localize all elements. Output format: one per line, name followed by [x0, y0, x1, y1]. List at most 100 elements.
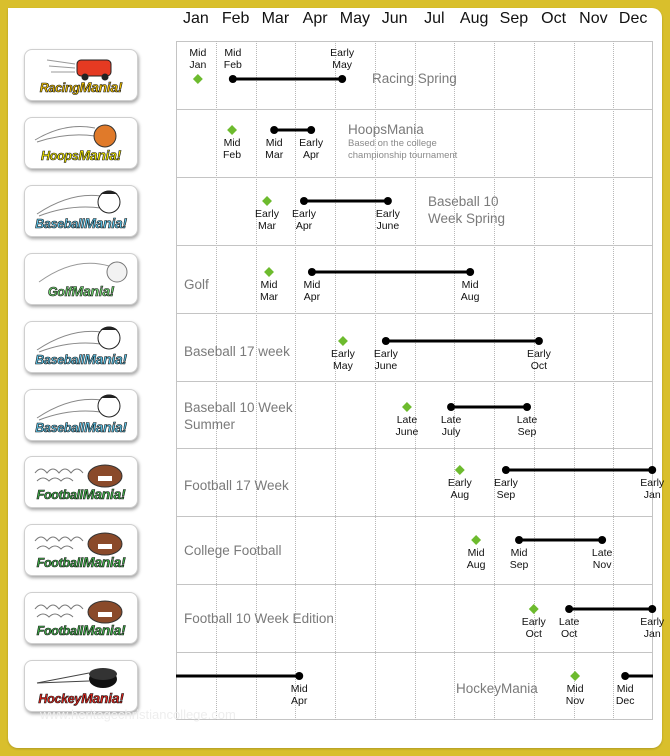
- range-start-label: Mid Dec: [605, 683, 645, 707]
- range-end-dot: [598, 536, 607, 544]
- diamond-label: Mid Aug: [456, 547, 496, 571]
- marker-label-line: Mid: [265, 137, 283, 149]
- marker-label-line: Early: [493, 477, 518, 489]
- diamond-label: Early May: [323, 348, 363, 372]
- range-start-dot: [381, 337, 390, 345]
- range-end-dot: [648, 605, 657, 613]
- marker-label-line: Nov: [565, 694, 585, 707]
- diamond-marker: [264, 267, 274, 277]
- marker-label-line: Oct: [530, 359, 548, 372]
- marker-label-line: Early: [640, 477, 665, 489]
- marker-label-line: Early: [447, 477, 472, 489]
- diamond-label: Late June: [387, 414, 427, 438]
- marker-label-line: Early: [640, 616, 665, 628]
- range-end-label: Early Apr: [291, 137, 331, 161]
- marker-label-line: Early: [255, 208, 279, 220]
- marker-label-line: Sep: [509, 558, 529, 571]
- marker-label-line: Mid: [223, 137, 241, 149]
- diamond-label: Early Aug: [440, 477, 480, 501]
- range-start-dot: [307, 268, 316, 276]
- marker-label-line: Late: [516, 414, 538, 426]
- marker-label-line: June: [395, 425, 419, 438]
- range-start-label: Mid Mar: [254, 137, 294, 161]
- range-end-label: Mid Apr: [279, 683, 319, 707]
- diamond-label: Mid Mar: [249, 279, 289, 303]
- range-end-label: Late Sep: [507, 414, 547, 438]
- marker-label-line: May: [332, 58, 353, 71]
- marker-label-line: Mid: [260, 279, 278, 291]
- diamond-marker: [528, 604, 539, 614]
- range-end-dot: [295, 672, 304, 680]
- marker-label-line: Mar: [257, 219, 277, 232]
- marker-label-line: Early: [526, 348, 551, 360]
- marker-label-line: Early: [292, 208, 316, 220]
- marker-label-line: Late: [558, 616, 580, 628]
- marker-label-line: Apr: [291, 694, 308, 707]
- range-start-dot: [515, 536, 524, 544]
- range-end-dot: [307, 126, 316, 134]
- marker-label-line: Apr: [303, 290, 321, 303]
- marker-label-line: Feb: [223, 148, 242, 161]
- diamond-marker: [227, 125, 237, 135]
- marker-label-line: Jan: [643, 627, 661, 640]
- range-end-dot: [466, 268, 475, 276]
- timeline-marks: [176, 74, 657, 681]
- range-end-label: Early Jan: [632, 477, 670, 501]
- range-start-label: Late Oct: [549, 616, 589, 640]
- range-end-dot: [383, 197, 392, 205]
- marker-label-line: Mar: [259, 290, 279, 303]
- marker-label-line: July: [441, 425, 461, 438]
- range-end-label: Early May: [322, 47, 362, 71]
- range-start-label: Late July: [431, 414, 471, 438]
- range-end-dot: [534, 337, 543, 345]
- marker-label-line: Apr: [302, 148, 320, 161]
- range-end-dot: [648, 466, 657, 474]
- marker-label-line: Oct: [560, 627, 578, 640]
- marker-label-line: Mid: [566, 683, 584, 695]
- marker-label-line: Oct: [525, 627, 542, 640]
- marker-label-line: Early: [375, 208, 400, 220]
- marker-label-line: Early: [299, 137, 324, 149]
- marker-label-line: Late: [440, 414, 462, 426]
- range-start-dot: [270, 126, 279, 134]
- diamond-marker: [471, 535, 482, 545]
- marker-label-line: Dec: [615, 694, 635, 707]
- marker-label-line: Early: [521, 616, 546, 628]
- range-start-dot: [565, 605, 574, 613]
- diamond-marker: [262, 196, 272, 206]
- diamond-marker: [401, 402, 412, 412]
- range-start-dot: [299, 197, 308, 205]
- marker-label-line: Mid: [290, 683, 308, 695]
- diamond-label: Early Mar: [247, 208, 287, 232]
- marker-label-line: Mid: [510, 547, 528, 559]
- diamond-marker: [454, 465, 465, 475]
- marker-label-line: Mid: [303, 279, 321, 291]
- range-start-label: Early Sep: [486, 477, 526, 501]
- marker-label-line: Early: [330, 348, 355, 360]
- diamond-marker: [338, 336, 348, 346]
- marker-label-line: Mar: [265, 148, 284, 161]
- marker-label-line: Mid: [467, 547, 485, 559]
- range-start-label: Early June: [366, 348, 406, 372]
- marker-label-line: Mid: [616, 683, 634, 695]
- marker-label-line: Late: [396, 414, 418, 426]
- watermark: www.heritagechristiancollege.com: [40, 707, 236, 722]
- range-start-dot: [228, 75, 237, 83]
- marker-label-line: Aug: [466, 558, 486, 571]
- marker-label-line: Jan: [643, 488, 661, 501]
- marker-label-line: Late: [591, 547, 613, 559]
- range-start-dot: [447, 403, 456, 411]
- range-start-label: Mid Apr: [292, 279, 332, 303]
- marker-label-line: Early: [373, 348, 398, 360]
- range-start-label: Mid Feb: [213, 47, 253, 71]
- marker-label-line: Sep: [517, 425, 537, 438]
- marker-label-line: Sep: [496, 488, 516, 501]
- range-end-label: Early June: [368, 208, 408, 232]
- marker-label-line: Mid: [461, 279, 479, 291]
- marker-label-line: May: [333, 359, 353, 372]
- diamond-label: Early Oct: [514, 616, 554, 640]
- marker-label-line: Aug: [450, 488, 470, 501]
- marker-label-line: Aug: [460, 290, 480, 303]
- diamond-label: Mid Jan: [178, 47, 218, 71]
- diamond-marker: [192, 74, 203, 84]
